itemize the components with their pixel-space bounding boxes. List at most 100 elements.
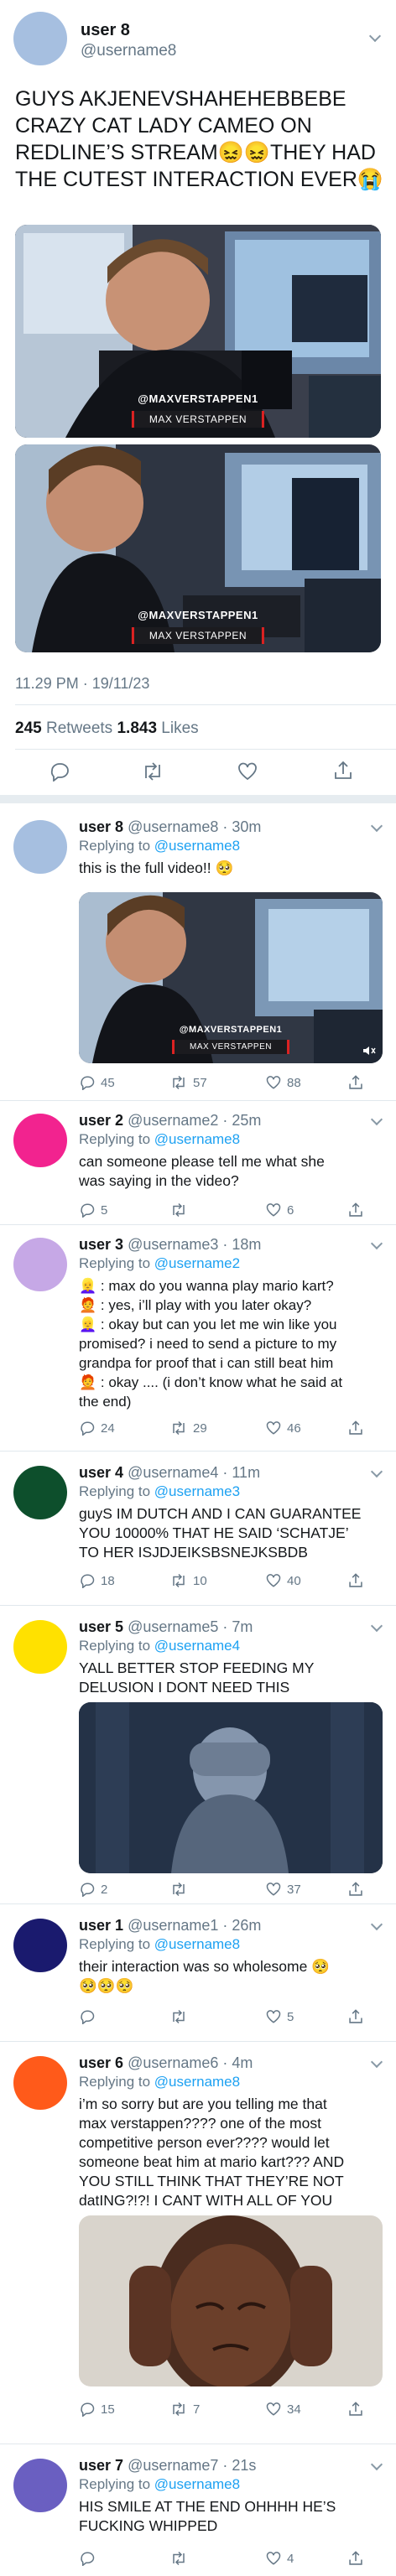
author-meta[interactable]: @username6 · 4m — [128, 2054, 253, 2071]
replying-to-link[interactable]: @username8 — [154, 1131, 240, 1147]
chevron-down-icon[interactable] — [368, 29, 382, 43]
author-name[interactable]: user 8 — [79, 818, 123, 835]
share-icon[interactable] — [332, 760, 354, 782]
like-action[interactable]: 6 — [265, 1201, 294, 1219]
replying-to-link[interactable]: @username3 — [154, 1483, 240, 1499]
like-action[interactable]: 88 — [265, 1073, 301, 1092]
reply-action[interactable]: 18 — [79, 1571, 115, 1590]
retweet-action[interactable] — [169, 1880, 193, 1898]
reply-action[interactable]: 45 — [79, 1073, 115, 1092]
chevron-down-icon[interactable] — [370, 2458, 383, 2471]
retweet-action[interactable]: 7 — [169, 2400, 200, 2418]
reply-tweet[interactable]: user 3 @username3 · 18m Replying to @use… — [0, 1229, 396, 1446]
author-handle[interactable]: @username8 — [81, 42, 176, 60]
reply-action[interactable]: 5 — [79, 1201, 107, 1219]
chevron-down-icon[interactable] — [370, 819, 383, 833]
reply-action[interactable] — [79, 2007, 101, 2026]
chevron-down-icon[interactable] — [370, 1918, 383, 1931]
share-action[interactable] — [347, 1201, 364, 1219]
author-meta[interactable]: @username5 · 7m — [128, 1618, 253, 1635]
replying-to-link[interactable]: @username8 — [154, 2074, 240, 2090]
like-action[interactable]: 34 — [265, 2400, 301, 2418]
author-name[interactable]: user 7 — [79, 2457, 123, 2474]
avatar[interactable] — [13, 1919, 67, 1972]
like-action[interactable]: 37 — [265, 1880, 301, 1898]
share-action[interactable] — [347, 1571, 364, 1590]
heart-icon[interactable] — [237, 761, 258, 782]
author-name[interactable]: user 2 — [79, 1112, 123, 1129]
avatar[interactable] — [13, 2056, 67, 2110]
author-name[interactable]: user 8 — [81, 21, 130, 40]
share-action[interactable] — [347, 1419, 364, 1437]
like-label[interactable]: Likes — [161, 719, 198, 737]
like-count[interactable]: 1.843 — [117, 719, 157, 737]
avatar[interactable] — [13, 2459, 67, 2512]
author-name[interactable]: user 3 — [79, 1236, 123, 1253]
share-action[interactable] — [347, 2007, 364, 2026]
avatar[interactable] — [13, 1238, 67, 1291]
retweet-action[interactable]: 29 — [169, 1419, 207, 1437]
speaker-icon[interactable] — [362, 1045, 376, 1057]
chevron-down-icon[interactable] — [370, 1113, 383, 1126]
tweet-photo-2[interactable]: @MAXVERSTAPPEN1 MAX VERSTAPPEN — [15, 444, 381, 652]
tweet-photo-1[interactable]: @MAXVERSTAPPEN1 MAX VERSTAPPEN — [15, 225, 381, 438]
reply-tweet[interactable]: user 7 @username7 · 21s Replying to @use… — [0, 2450, 396, 2576]
replying-to-link[interactable]: @username8 — [154, 1936, 240, 1952]
reply-icon[interactable] — [49, 761, 70, 782]
author-meta[interactable]: @username1 · 26m — [128, 1917, 261, 1934]
reply-tweet[interactable]: user 6 @username6 · 4m Replying to @user… — [0, 2048, 396, 2450]
share-action[interactable] — [347, 2549, 364, 2568]
avatar[interactable] — [13, 12, 67, 65]
tweet-timestamp[interactable]: 11.29 PM · 19/11/23 — [15, 675, 149, 693]
retweet-action[interactable] — [169, 1201, 193, 1219]
share-action[interactable] — [347, 2400, 364, 2418]
replying-to: Replying to @username8 — [79, 838, 240, 854]
chevron-down-icon[interactable] — [370, 1465, 383, 1478]
reply-tweet[interactable]: user 2 @username2 · 25m Replying to @use… — [0, 1105, 396, 1223]
author-meta[interactable]: @username2 · 25m — [128, 1112, 261, 1129]
reply-tweet[interactable]: user 1 @username1 · 26m Replying to @use… — [0, 1910, 396, 2044]
reply-video[interactable]: @MAXVERSTAPPEN1 MAX VERSTAPPEN — [79, 892, 383, 1063]
replying-to-link[interactable]: @username8 — [154, 838, 240, 854]
retweet-action[interactable] — [169, 2549, 193, 2568]
retweet-label[interactable]: Retweets — [46, 719, 112, 737]
like-action[interactable]: 4 — [265, 2549, 294, 2568]
avatar[interactable] — [13, 820, 67, 874]
author-meta[interactable]: @username3 · 18m — [128, 1236, 261, 1253]
reply-action[interactable]: 15 — [79, 2400, 115, 2418]
author-meta[interactable]: @username8 · 30m — [128, 818, 261, 835]
like-action[interactable]: 40 — [265, 1571, 301, 1590]
replying-to-link[interactable]: @username4 — [154, 1638, 240, 1654]
author-meta[interactable]: @username4 · 11m — [128, 1464, 260, 1481]
avatar[interactable] — [13, 1620, 67, 1674]
reply-tweet[interactable]: user 4 @username4 · 11m Replying to @use… — [0, 1457, 396, 1600]
share-action[interactable] — [347, 1073, 364, 1092]
retweet-icon[interactable] — [141, 761, 164, 782]
author-name[interactable]: user 4 — [79, 1464, 123, 1481]
reply-action[interactable]: 2 — [79, 1880, 107, 1898]
author-name[interactable]: user 5 — [79, 1618, 123, 1635]
author-meta[interactable]: @username7 · 21s — [128, 2457, 256, 2474]
like-action[interactable]: 46 — [265, 1419, 301, 1437]
replying-to-link[interactable]: @username8 — [154, 2476, 240, 2492]
chevron-down-icon[interactable] — [370, 1619, 383, 1633]
retweet-count[interactable]: 245 — [15, 719, 42, 737]
retweet-action[interactable]: 10 — [169, 1571, 207, 1590]
share-action[interactable] — [347, 1880, 364, 1898]
chevron-down-icon[interactable] — [370, 2055, 383, 2069]
reply-action[interactable]: 24 — [79, 1419, 115, 1437]
replying-to-link[interactable]: @username2 — [154, 1255, 240, 1271]
retweet-action[interactable] — [169, 2007, 193, 2026]
author-name[interactable]: user 1 — [79, 1917, 123, 1934]
chevron-down-icon[interactable] — [370, 1237, 383, 1250]
retweet-action[interactable]: 57 — [169, 1073, 207, 1092]
avatar[interactable] — [13, 1114, 67, 1167]
reply-gif[interactable] — [79, 2215, 383, 2386]
reply-gif[interactable] — [79, 1702, 383, 1873]
reply-tweet[interactable]: user 8 @username8 · 30m Replying to @use… — [0, 812, 396, 1098]
avatar[interactable] — [13, 1466, 67, 1519]
author-name[interactable]: user 6 — [79, 2054, 123, 2071]
like-action[interactable]: 5 — [265, 2007, 294, 2026]
reply-tweet[interactable]: user 5 @username5 · 7m Replying to @user… — [0, 1612, 396, 1897]
reply-action[interactable] — [79, 2549, 101, 2568]
